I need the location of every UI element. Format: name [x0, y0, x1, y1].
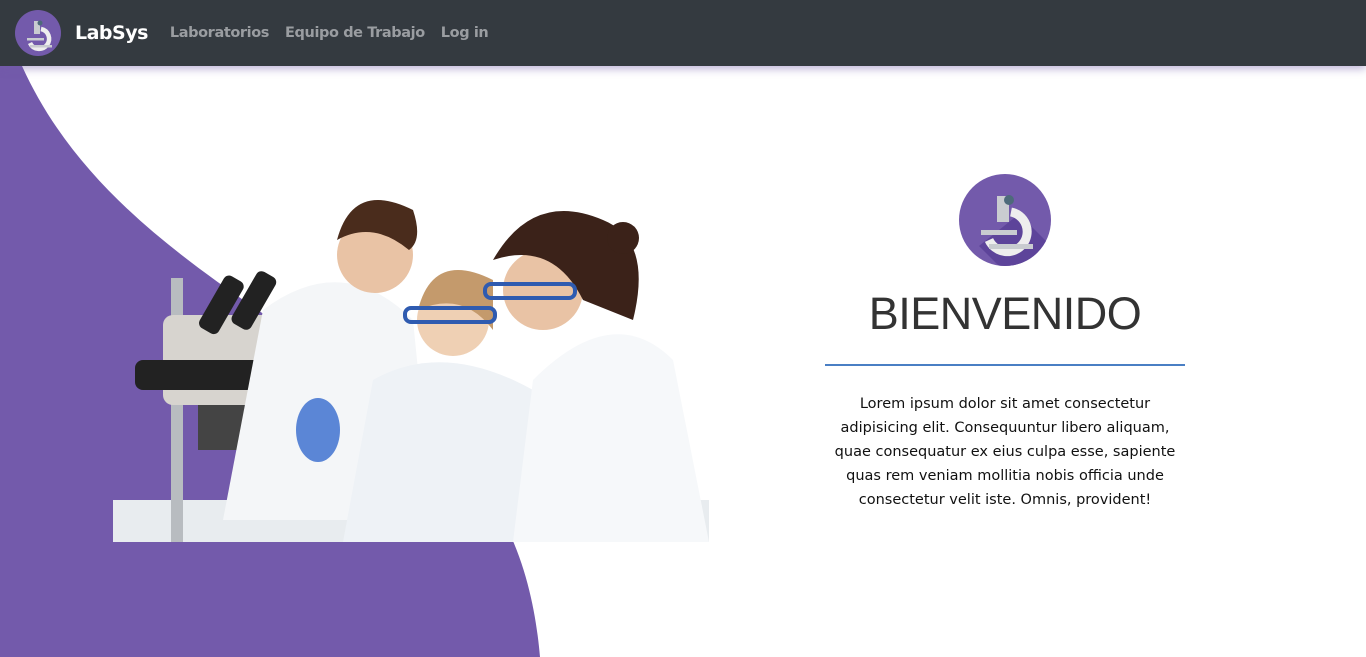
scientists-photo [113, 200, 709, 542]
microscope-logo-icon[interactable] [15, 10, 61, 56]
navbar: LabSys Laboratorios Equipo de Trabajo Lo… [0, 0, 1366, 66]
welcome-text: Lorem ipsum dolor sit amet consectetur a… [834, 396, 1176, 508]
welcome-title: BIENVENIDO [868, 288, 1142, 339]
nav-equipo-de-trabajo[interactable]: Equipo de Trabajo [285, 25, 425, 41]
nav-log-in[interactable]: Log in [441, 25, 489, 41]
nav-laboratorios[interactable]: Laboratorios [170, 25, 270, 41]
title-divider [825, 364, 1185, 366]
brand-name[interactable]: LabSys [75, 22, 148, 44]
microscope-icon [959, 174, 1051, 266]
welcome-section: BIENVENIDO Lorem ipsum dolor sit amet co… [825, 174, 1185, 512]
